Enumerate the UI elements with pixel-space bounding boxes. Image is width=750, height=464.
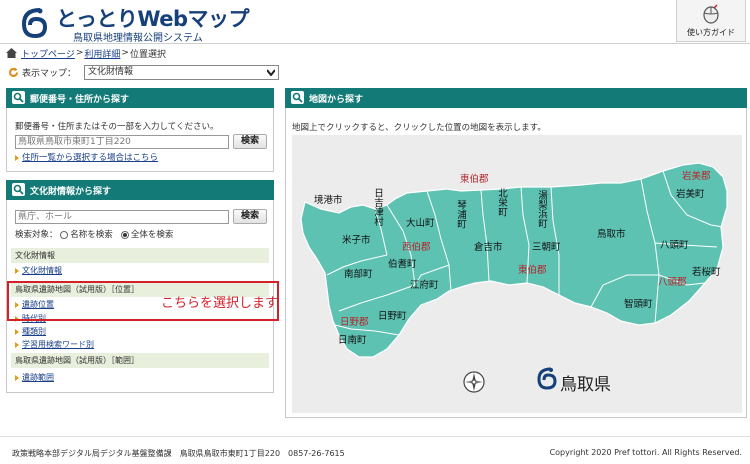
breadcrumb-current: 位置選択 — [129, 49, 166, 60]
callout-text: こちらを選択します — [161, 296, 279, 311]
list-item: 文化財情報 — [15, 266, 62, 276]
municipality-label[interactable]: 琴浦町 — [455, 200, 466, 229]
copyright: Copyright 2020 Pref tottori. All Rights … — [549, 448, 742, 457]
mouse-icon — [703, 4, 719, 24]
arrow-icon — [15, 154, 19, 161]
map-search-header: 地図から探す — [285, 88, 747, 108]
breadcrumb-top[interactable]: トップページ — [21, 47, 75, 60]
search-icon — [12, 183, 25, 196]
category-head-3: 鳥取県遺跡地図（試用版）［範囲］ — [11, 353, 269, 368]
header: とっとりWebマップ 鳥取県地理情報公開システム 使い方ガイド — [0, 0, 750, 44]
district-label[interactable]: 東伯郡 — [460, 175, 489, 185]
radio-all-label[interactable]: 全体を検索 — [131, 230, 174, 240]
district-label[interactable]: 日野郡 — [340, 318, 369, 328]
municipality-label[interactable]: 若桜町 — [692, 268, 721, 278]
address-search-button[interactable]: 検索 — [233, 134, 267, 149]
radio-name[interactable] — [60, 230, 69, 239]
radio-all[interactable] — [120, 230, 129, 239]
municipality-label[interactable]: 伯耆町 — [388, 260, 417, 270]
municipality-label[interactable]: 智頭町 — [624, 300, 653, 310]
list-item: 種類別 — [15, 327, 46, 337]
district-label[interactable]: 東伯郡 — [518, 266, 547, 276]
type-link[interactable]: 種類別 — [22, 327, 46, 336]
refresh-icon — [9, 67, 18, 77]
breadcrumb-detail[interactable]: 利用詳細 — [84, 47, 120, 60]
district-label[interactable]: 岩美郡 — [682, 172, 711, 182]
site-range-link[interactable]: 遺跡範囲 — [22, 373, 54, 382]
tottori-logo-icon — [21, 8, 48, 38]
municipality-label[interactable]: 日野町 — [378, 312, 407, 322]
cultural-search-title: 文化財情報から探す — [30, 186, 112, 197]
category-head-1: 文化財情報 — [11, 248, 269, 263]
municipality-label[interactable]: 八頭町 — [660, 241, 689, 251]
guide-button[interactable]: 使い方ガイド — [676, 0, 746, 42]
map-select-value: 文化財情報 — [88, 67, 134, 77]
municipality-label[interactable]: 南部町 — [344, 270, 373, 280]
list-item: 学習用検索ワード別 — [15, 340, 94, 350]
cultural-search-button[interactable]: 検索 — [233, 209, 267, 224]
map-instruction: 地図上でクリックすると、クリックした位置の地図を表示します。 — [292, 123, 546, 133]
cultural-search-header: 文化財情報から探す — [6, 180, 274, 200]
search-target-label: 検索対象： — [15, 230, 58, 240]
pref-logo-icon — [537, 367, 557, 390]
list-item: 遺跡範囲 — [15, 373, 54, 383]
municipality-label[interactable]: 米子市 — [342, 236, 371, 246]
cultural-input[interactable]: 県庁、ホール — [15, 210, 229, 224]
guide-label: 使い方ガイド — [687, 28, 735, 37]
municipality-label[interactable]: 日吉津村 — [372, 188, 383, 226]
address-instruction: 郵便番号・住所またはその一部を入力してください。 — [15, 122, 219, 132]
district-label[interactable]: 西伯郡 — [402, 243, 431, 253]
map-search-title: 地図から探す — [309, 94, 364, 105]
search-icon — [291, 91, 304, 104]
address-search-panel: 郵便番号・住所またはその一部を入力してください。 鳥取県鳥取市東町1丁目220 … — [6, 108, 274, 172]
compass-icon — [463, 371, 485, 393]
municipality-label[interactable]: 日南町 — [338, 336, 367, 346]
municipality-label[interactable]: 湯梨浜町 — [536, 190, 547, 228]
address-search-header: 郵便番号・住所から探す — [6, 88, 274, 108]
keyword-link[interactable]: 学習用検索ワード別 — [22, 340, 94, 349]
district-label[interactable]: 八頭郡 — [658, 278, 687, 288]
municipality-label[interactable]: 岩美町 — [676, 190, 705, 200]
footer: 政策戦略本部デジタル局デジタル基盤整備課 鳥取県鳥取市東町1丁目220 0857… — [0, 436, 750, 464]
breadcrumb: トップページ > 利用詳細 > 位置選択 — [6, 47, 166, 60]
address-list-link[interactable]: 住所一覧から選択する場合はこちら — [22, 153, 158, 163]
municipality-label[interactable]: 倉吉市 — [474, 243, 503, 253]
cultural-info-link[interactable]: 文化財情報 — [22, 266, 62, 275]
footer-address: 政策戦略本部デジタル局デジタル基盤整備課 鳥取県鳥取市東町1丁目220 0857… — [12, 449, 345, 458]
radio-name-label[interactable]: 名称を検索 — [70, 230, 113, 240]
pref-name: 鳥取県 — [560, 375, 611, 395]
address-input[interactable]: 鳥取県鳥取市東町1丁目220 — [15, 135, 229, 149]
municipality-label[interactable]: 三朝町 — [532, 243, 561, 253]
municipality-label[interactable]: 鳥取市 — [597, 230, 626, 240]
address-search-title: 郵便番号・住所から探す — [30, 94, 130, 105]
map-select-dropdown[interactable]: 文化財情報 — [84, 65, 280, 80]
search-target-row: 検索対象： 名称を検索 全体を検索 — [15, 228, 173, 240]
municipality-label[interactable]: 境港市 — [314, 196, 343, 206]
search-icon — [12, 91, 25, 104]
home-icon — [6, 48, 17, 58]
chevron-down-icon — [267, 69, 276, 76]
site-subtitle: 鳥取県地理情報公開システム — [73, 33, 203, 44]
map-select-row: 表示マップ： 文化財情報 — [8, 65, 280, 80]
municipality-label[interactable]: 大山町 — [406, 219, 435, 229]
map-select-label: 表示マップ： — [22, 69, 77, 79]
municipality-label[interactable]: 江府町 — [410, 281, 439, 291]
municipality-label[interactable]: 北栄町 — [496, 188, 507, 217]
